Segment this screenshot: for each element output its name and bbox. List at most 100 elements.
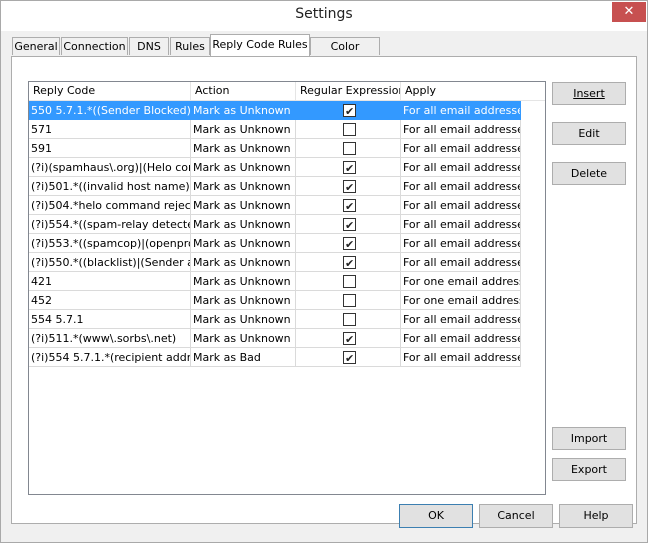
action-cell: Mark as Unknown	[191, 272, 296, 291]
regex-cell	[296, 177, 401, 196]
import-button-label: Import	[570, 432, 608, 445]
edit-button-label: Edit	[578, 127, 600, 140]
tab-color-theme[interactable]: Color Theme	[310, 37, 380, 70]
reply-code-cell: (?i)504.*helo command rejected	[29, 196, 191, 215]
table-row[interactable]: 421 Mark as Unknown For one email address	[29, 272, 521, 291]
insert-button[interactable]: Insert	[552, 82, 626, 105]
table-row[interactable]: (?i)554.*((spam-relay detected)|(...Mark…	[29, 215, 521, 234]
regex-cell	[296, 329, 401, 348]
table-row[interactable]: (?i)(spamhaus\.org)|(Helo com...Mark as …	[29, 158, 521, 177]
apply-cell: For all email addresses	[401, 348, 521, 367]
regex-cell	[296, 310, 401, 329]
column-header-action[interactable]: Action	[191, 82, 296, 100]
tab-dns[interactable]: DNS	[129, 37, 169, 55]
table-row[interactable]: 554 5.7.1 Mark as Unknown For all email ad…	[29, 310, 521, 329]
regex-checkbox[interactable]	[343, 216, 356, 233]
regex-cell	[296, 291, 401, 310]
regex-cell	[296, 215, 401, 234]
regex-cell	[296, 120, 401, 139]
regex-cell	[296, 348, 401, 367]
tab-label: Connection	[63, 40, 126, 53]
delete-button-label: Delete	[570, 167, 608, 180]
table-row[interactable]: (?i)511.*(www\.sorbs\.net) Mark as Unknow…	[29, 329, 521, 348]
table-row[interactable]: 591 Mark as Unknown For all email addresse…	[29, 139, 521, 158]
apply-cell: For all email addresses	[401, 101, 521, 120]
table-row[interactable]: 571 Mark as Unknown For all email addresse…	[29, 120, 521, 139]
cancel-button-label: Cancel	[497, 509, 535, 522]
table-row[interactable]: 452 Mark as Unknown For one email address	[29, 291, 521, 310]
help-button[interactable]: Help	[559, 504, 633, 528]
regex-checkbox[interactable]	[343, 142, 356, 155]
edit-button[interactable]: Edit	[552, 122, 626, 145]
action-cell: Mark as Bad	[191, 348, 296, 367]
tab-label: DNS	[137, 40, 161, 53]
action-cell: Mark as Unknown	[191, 139, 296, 158]
regex-cell	[296, 101, 401, 120]
reply-code-cell: (?i)553.*((spamcop)|(openproxy)...	[29, 234, 191, 253]
reply-code-cell: (?i)550.*((blacklist)|(Sender add...	[29, 253, 191, 272]
regex-cell	[296, 253, 401, 272]
reply-code-cell: (?i)554.*((spam-relay detected)|(...	[29, 215, 191, 234]
cancel-button[interactable]: Cancel	[479, 504, 553, 528]
apply-cell: For all email addresses	[401, 234, 521, 253]
action-cell: Mark as Unknown	[191, 177, 296, 196]
apply-cell: For one email address	[401, 291, 521, 310]
column-header-apply[interactable]: Apply	[401, 82, 545, 100]
table-row[interactable]: 550 5.7.1.*((Sender Blocked)|(c...Mark a…	[29, 101, 521, 120]
apply-cell: For all email addresses	[401, 310, 521, 329]
action-cell: Mark as Unknown	[191, 101, 296, 120]
column-header-reply-code[interactable]: Reply Code	[29, 82, 191, 100]
apply-cell: For all email addresses	[401, 329, 521, 348]
regex-cell	[296, 196, 401, 215]
title-bar: Settings ✕	[1, 1, 647, 31]
tab-general[interactable]: General	[12, 37, 60, 55]
regex-checkbox[interactable]	[343, 159, 356, 176]
table-row[interactable]: (?i)554 5.7.1.*(recipient addres...Mark …	[29, 348, 521, 367]
ok-button[interactable]: OK	[399, 504, 473, 528]
regex-checkbox[interactable]	[343, 235, 356, 252]
tab-rules[interactable]: Rules	[170, 37, 210, 55]
reply-code-cell: 571	[29, 120, 191, 139]
insert-button-label: Insert	[573, 87, 605, 100]
action-cell: Mark as Unknown	[191, 158, 296, 177]
apply-cell: For all email addresses	[401, 158, 521, 177]
regex-checkbox[interactable]	[343, 254, 356, 271]
column-header-regex[interactable]: Regular Expression	[296, 82, 401, 100]
regex-checkbox[interactable]	[343, 123, 356, 136]
table-row[interactable]: (?i)553.*((spamcop)|(openproxy)...Mark a…	[29, 234, 521, 253]
reply-code-cell: (?i)554 5.7.1.*(recipient addres...	[29, 348, 191, 367]
table-row[interactable]: (?i)501.*((invalid host name)|(se...Mark…	[29, 177, 521, 196]
table-row[interactable]: (?i)550.*((blacklist)|(Sender add...Mark…	[29, 253, 521, 272]
action-cell: Mark as Unknown	[191, 329, 296, 348]
tab-reply-code-rules[interactable]: Reply Code Rules	[210, 34, 310, 56]
action-cell: Mark as Unknown	[191, 196, 296, 215]
tab-label: Reply Code Rules	[212, 38, 308, 51]
reply-code-table[interactable]: Reply Code Action Regular Expression App…	[28, 81, 546, 495]
regex-checkbox[interactable]	[343, 178, 356, 195]
export-button[interactable]: Export	[552, 458, 626, 481]
reply-code-cell: (?i)501.*((invalid host name)|(se...	[29, 177, 191, 196]
regex-checkbox[interactable]	[343, 102, 356, 119]
reply-code-cell: 550 5.7.1.*((Sender Blocked)|(c...	[29, 101, 191, 120]
reply-code-cell: (?i)(spamhaus\.org)|(Helo com...	[29, 158, 191, 177]
apply-cell: For all email addresses	[401, 139, 521, 158]
close-icon[interactable]: ✕	[612, 2, 646, 22]
regex-checkbox[interactable]	[343, 313, 356, 326]
reply-code-cell: (?i)511.*(www\.sorbs\.net)	[29, 329, 191, 348]
table-row[interactable]: (?i)504.*helo command rejectedMark as Un…	[29, 196, 521, 215]
regex-checkbox[interactable]	[343, 275, 356, 288]
regex-checkbox[interactable]	[343, 349, 356, 366]
regex-cell	[296, 272, 401, 291]
apply-cell: For all email addresses	[401, 120, 521, 139]
delete-button[interactable]: Delete	[552, 162, 626, 185]
reply-code-cell: 554 5.7.1	[29, 310, 191, 329]
tab-connection[interactable]: Connection	[61, 37, 128, 55]
help-button-label: Help	[583, 509, 609, 522]
import-button[interactable]: Import	[552, 427, 626, 450]
regex-checkbox[interactable]	[343, 197, 356, 214]
regex-checkbox[interactable]	[343, 330, 356, 347]
regex-checkbox[interactable]	[343, 294, 356, 307]
tab-panel: Reply Code Action Regular Expression App…	[11, 56, 637, 524]
action-cell: Mark as Unknown	[191, 310, 296, 329]
apply-cell: For one email address	[401, 272, 521, 291]
